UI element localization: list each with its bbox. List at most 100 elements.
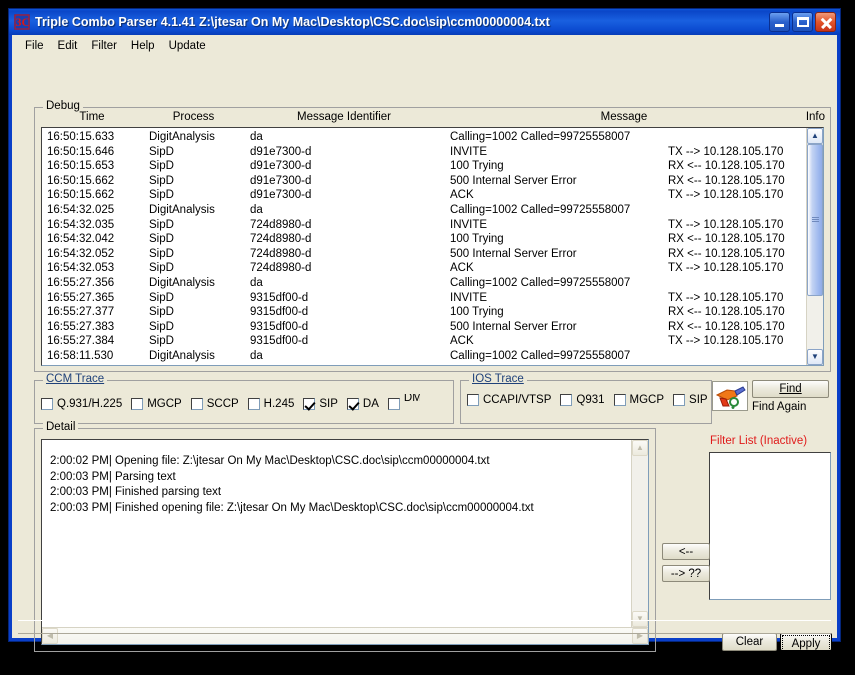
scrollbar-track[interactable] (807, 144, 823, 349)
cell-time: 16:58:11.530 (47, 349, 114, 362)
checkbox-box[interactable] (41, 397, 53, 410)
checkbox-box[interactable] (560, 394, 573, 406)
cell-info: TX --> 10.128.105.170 (668, 262, 784, 275)
ccm-trace-group: CCM Trace Q.931/H.225 MGCP SCCP H.245 SIP DA D… (34, 373, 454, 424)
menu-item-help[interactable]: Help (124, 38, 162, 54)
table-row[interactable]: 16:50:15.633 DigitAnalysis da Calling=1002 … (42, 129, 806, 144)
ios-trace-checkbox-mgcp[interactable]: MGCP (613, 394, 664, 406)
checkbox-box[interactable] (346, 397, 359, 410)
checkbox-box[interactable] (387, 397, 400, 410)
table-row[interactable]: 16:54:32.042 SipD 724d8980-d 100 Trying RX <… (42, 231, 806, 246)
app-icon[interactable]: 3C (13, 13, 31, 31)
table-row[interactable]: 16:54:32.052 SipD 724d8980-d 500 Internal S… (42, 246, 806, 261)
detail-text-area[interactable]: 2:00:02 PM| Opening file: Z:\jtesar On M… (41, 439, 649, 645)
application-window: 3C Triple Combo Parser 4.1.41 Z:\jtesar … (8, 8, 841, 653)
detail-vertical-scrollbar[interactable]: ▲ ▼ (631, 440, 648, 627)
checkbox-box[interactable] (613, 394, 626, 406)
minimize-button[interactable] (769, 12, 790, 32)
ccm-trace-checkbox-mgcp[interactable]: MGCP (131, 397, 182, 410)
table-row[interactable]: 16:54:32.025 DigitAnalysis da Calling=1002 … (42, 202, 806, 217)
cell-mid: d91e7300-d (250, 174, 312, 187)
ccm-trace-checkbox-h-245[interactable]: H.245 (247, 397, 294, 410)
checkbox-box[interactable] (190, 397, 203, 410)
ios-trace-checkbox-ccapi-vtsp[interactable]: CCAPI/VTSP (467, 394, 551, 406)
table-row[interactable]: 16:58:11.530 DigitAnalysis da Calling=1002 … (42, 348, 806, 363)
cell-info (668, 348, 806, 363)
checkbox-label: MGCP (147, 397, 182, 410)
cell-info: TX --> 10.128.105.170 (668, 291, 784, 304)
cell-process: DigitAnalysis (149, 276, 215, 289)
cell-mid: f4d64900-d (250, 363, 450, 366)
close-button[interactable] (815, 12, 836, 32)
chevron-up-icon[interactable]: ▲ (807, 128, 823, 144)
cell-message: Calling=1002 Called=99725558007 (450, 203, 631, 216)
table-row[interactable]: 16:58:11.541SipDf4d64900-dINVITETX --> 1… (42, 363, 806, 366)
table-row[interactable]: 16:50:15.646 SipD d91e7300-d INVITE TX --> 1… (42, 144, 806, 159)
cell-info: TX --> 10.128.105.170 (668, 145, 784, 158)
table-row[interactable]: 16:55:27.365 SipD 9315df00-d INVITE TX --> 1… (42, 290, 806, 305)
table-row[interactable]: 16:50:15.662 SipD d91e7300-d ACK TX --> 10.1… (42, 187, 806, 202)
chevron-up-icon[interactable]: ▲ (632, 440, 648, 456)
menu-item-update[interactable]: Update (162, 38, 213, 54)
cell-mid: 9315df00-d (250, 291, 309, 304)
filter-list-checkbox[interactable]: Filter List (Inactive) (710, 435, 807, 447)
table-row[interactable]: 16:55:27.377 SipD 9315df00-d 100 Trying RX <… (42, 304, 806, 319)
find-again-checkbox[interactable]: Find Again (752, 401, 806, 413)
menu-item-edit[interactable]: Edit (51, 38, 85, 54)
column-header-message[interactable]: Message (444, 109, 804, 126)
ios-trace-checkbox-q931[interactable]: Q931 (560, 394, 605, 406)
menu-item-filter[interactable]: Filter (84, 38, 124, 54)
cell-time: 16:50:15.653 (47, 160, 115, 173)
move-right-button[interactable]: --> ?? (662, 565, 710, 582)
title-bar[interactable]: 3C Triple Combo Parser 4.1.41 Z:\jtesar … (9, 9, 840, 35)
table-row[interactable]: 16:55:27.356 DigitAnalysis da Calling=1002 … (42, 275, 806, 290)
ccm-trace-checkbox-sccp[interactable]: SCCP (190, 397, 239, 410)
column-header-message-identifier[interactable]: Message Identifier (244, 109, 444, 126)
cell-process: SipD (149, 160, 174, 173)
debug-list-view[interactable]: 16:50:15.633 DigitAnalysis da Calling=1002 … (41, 127, 824, 366)
maximize-button[interactable] (792, 12, 813, 32)
table-row[interactable]: 16:54:32.053 SipD 724d8980-d ACK TX --> 10.1… (42, 260, 806, 275)
checkbox-box[interactable] (247, 397, 260, 410)
clear-button[interactable]: Clear (722, 633, 777, 651)
chevron-down-icon[interactable]: ▼ (807, 349, 823, 365)
table-row[interactable]: 16:55:27.383 SipD 9315df00-d 500 Internal S… (42, 319, 806, 334)
cell-message: INVITE (450, 145, 488, 158)
filter-list-box[interactable] (709, 452, 831, 600)
cell-time: 16:50:15.662 (47, 189, 115, 202)
checkbox-box[interactable] (673, 394, 686, 406)
ios-trace-checkbox-sip[interactable]: SIP (673, 394, 708, 406)
column-header-info[interactable]: Info (804, 109, 829, 126)
checkbox-box[interactable] (131, 397, 144, 410)
cell-time: 16:54:32.035 (47, 218, 115, 231)
cell-mid: d91e7300-d (250, 189, 312, 202)
table-row[interactable]: 16:50:15.662 SipD d91e7300-d 500 Internal S… (42, 173, 806, 188)
ios-trace-checkbox-row: CCAPI/VTSP Q931 MGCP SIP (467, 394, 709, 406)
table-row[interactable]: 16:50:15.653 SipD d91e7300-d 100 Trying RX <… (42, 158, 806, 173)
scrollbar-thumb[interactable] (807, 144, 823, 296)
column-header-process[interactable]: Process (143, 109, 244, 126)
cell-message: Calling=1002 Called=99725558007 (450, 276, 631, 289)
menu-item-file[interactable]: File (18, 38, 51, 54)
cell-process: SipD (149, 320, 174, 333)
cell-message: INVITE (450, 291, 488, 304)
detail-line: 2:00:02 PM| Opening file: Z:\jtesar On M… (50, 455, 490, 467)
table-row[interactable]: 16:55:27.384 SipD 9315df00-d ACK TX --> 10.1… (42, 333, 806, 348)
ccm-trace-checkbox-sip[interactable]: SIP (303, 397, 338, 410)
scrollbar-track[interactable] (632, 456, 648, 611)
apply-button[interactable]: Apply (780, 633, 832, 653)
ccm-trace-checkbox-q-931-h-225[interactable]: Q.931/H.225 (41, 397, 122, 410)
cell-process: SipD (149, 218, 174, 231)
ccm-trace-checkbox-da[interactable]: DA (346, 397, 379, 410)
checkbox-box[interactable] (467, 394, 479, 406)
debug-vertical-scrollbar[interactable]: ▲ ▼ (806, 128, 823, 365)
ccm-trace-checkbox-dms[interactable]: DMS (387, 394, 420, 413)
drill-tool-icon[interactable] (712, 381, 748, 411)
column-header-time[interactable]: Time (36, 109, 143, 126)
checkbox-box[interactable] (303, 397, 316, 410)
find-button[interactable]: Find (752, 380, 829, 398)
table-row[interactable]: 16:54:32.035 SipD 724d8980-d INVITE TX --> 1… (42, 217, 806, 232)
cell-time: 16:54:32.053 (47, 262, 115, 275)
apply-button-label: Apply (782, 635, 830, 653)
move-left-button[interactable]: <-- (662, 543, 710, 560)
